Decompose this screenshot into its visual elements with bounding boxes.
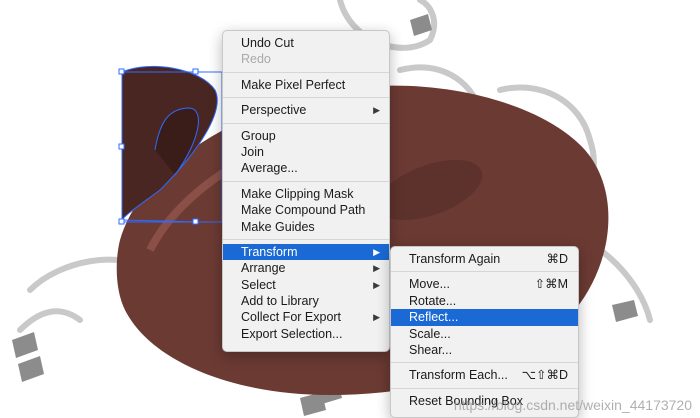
context-menu-item-make-compound-path[interactable]: Make Compound Path xyxy=(223,202,389,218)
context-menu-item-perspective[interactable]: Perspective ▶ xyxy=(223,102,389,118)
menu-item-label: Transform Again xyxy=(409,252,501,266)
context-menu-item-select[interactable]: Select ▶ xyxy=(223,277,389,293)
menu-item-label: Redo xyxy=(241,52,271,67)
menu-item-label: Add to Library xyxy=(241,294,319,309)
menu-item-shortcut: ⌘D xyxy=(546,252,568,266)
context-menu-item-redo: Redo xyxy=(223,51,389,67)
menu-separator xyxy=(223,71,389,73)
menu-item-shortcut: ⌥⇧⌘D xyxy=(521,368,568,383)
menu-item-label: Make Clipping Mask xyxy=(241,186,354,201)
context-menu-item-collect-for-export[interactable]: Collect For Export ▶ xyxy=(223,309,389,325)
menu-separator xyxy=(391,362,578,364)
menu-item-label: Scale... xyxy=(409,326,451,341)
menu-item-label: Make Guides xyxy=(241,219,315,234)
menu-item-label: Perspective xyxy=(241,103,307,118)
transform-menu-item-scale[interactable]: Scale... xyxy=(391,326,578,342)
context-menu-item-undo-cut[interactable]: Undo Cut xyxy=(223,35,389,51)
submenu-arrow-icon: ▶ xyxy=(373,105,380,116)
menu-item-label: Shear... xyxy=(409,342,453,357)
context-menu-item-add-to-library[interactable]: Add to Library xyxy=(223,293,389,309)
submenu-arrow-icon: ▶ xyxy=(373,246,380,257)
menu-item-label: Reflect... xyxy=(409,310,459,325)
menu-separator xyxy=(223,97,389,99)
context-menu-item-make-clipping-mask[interactable]: Make Clipping Mask xyxy=(223,186,389,202)
menu-item-label: Select xyxy=(241,277,276,292)
context-menu-item-transform[interactable]: Transform ▶ xyxy=(223,243,389,261)
menu-item-label: Make Pixel Perfect xyxy=(241,77,346,92)
submenu-arrow-icon: ▶ xyxy=(373,312,380,323)
submenu-arrow-icon: ▶ xyxy=(373,279,380,290)
menu-separator xyxy=(391,271,578,273)
menu-item-label: Transform xyxy=(241,244,298,259)
context-menu-item-join[interactable]: Join xyxy=(223,144,389,160)
menu-item-label: Rotate... xyxy=(409,293,457,308)
context-menu: Undo Cut Redo Make Pixel Perfect Perspectiv… xyxy=(222,30,390,352)
menu-separator xyxy=(223,238,389,240)
menu-separator xyxy=(223,122,389,124)
context-menu-item-arrange[interactable]: Arrange ▶ xyxy=(223,260,389,276)
menu-item-label: Join xyxy=(241,144,264,159)
transform-menu-item-shear[interactable]: Shear... xyxy=(391,342,578,358)
menu-item-label: Arrange xyxy=(241,261,286,276)
transform-menu-item-transform-again[interactable]: Transform Again ⌘D xyxy=(391,251,578,267)
menu-item-label: Move... xyxy=(409,277,450,292)
menu-item-label: Undo Cut xyxy=(241,36,294,50)
menu-item-label: Average... xyxy=(241,161,298,176)
context-menu-item-average[interactable]: Average... xyxy=(223,160,389,176)
menu-separator xyxy=(223,180,389,182)
context-menu-item-make-guides[interactable]: Make Guides xyxy=(223,219,389,235)
context-menu-item-make-pixel-perfect[interactable]: Make Pixel Perfect xyxy=(223,77,389,93)
menu-item-label: Collect For Export xyxy=(241,310,342,325)
menu-item-label: Export Selection... xyxy=(241,326,343,341)
submenu-arrow-icon: ▶ xyxy=(373,263,380,274)
menu-item-label: Transform Each... xyxy=(409,368,508,383)
menu-separator xyxy=(391,387,578,389)
menu-item-shortcut: ⇧⌘M xyxy=(534,277,568,292)
transform-submenu: Transform Again ⌘D Move... ⇧⌘M Rotate... Refl… xyxy=(390,246,579,418)
context-menu-item-export-selection[interactable]: Export Selection... xyxy=(223,326,389,342)
transform-menu-item-move[interactable]: Move... ⇧⌘M xyxy=(391,276,578,292)
transform-menu-item-transform-each[interactable]: Transform Each... ⌥⇧⌘D xyxy=(391,367,578,383)
menu-item-label: Make Compound Path xyxy=(241,203,366,218)
watermark-text: https://blog.csdn.net/weixin_44173720 xyxy=(453,397,692,413)
menu-item-label: Group xyxy=(241,128,276,143)
transform-menu-item-rotate[interactable]: Rotate... xyxy=(391,293,578,309)
context-menu-item-group[interactable]: Group xyxy=(223,128,389,144)
transform-menu-item-reflect[interactable]: Reflect... xyxy=(391,309,578,326)
